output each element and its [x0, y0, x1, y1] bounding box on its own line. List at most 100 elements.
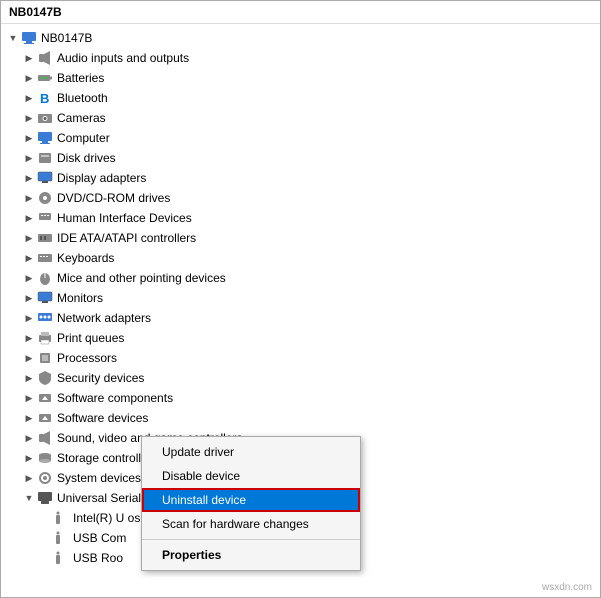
expander-audio[interactable]: ▶	[21, 50, 37, 66]
icon-swcomp	[37, 390, 53, 406]
label-computer: Computer	[57, 131, 110, 145]
svg-text:B: B	[40, 91, 49, 106]
icon-proc	[37, 350, 53, 366]
tree-item-bluetooth[interactable]: ▶B Bluetooth	[1, 88, 600, 108]
icon-keyboards	[37, 250, 53, 266]
icon-dvd	[37, 190, 53, 206]
label-usbroot: USB Roo	[73, 551, 123, 565]
icon-monitors	[37, 290, 53, 306]
expander-batteries[interactable]: ▶	[21, 70, 37, 86]
expander-usbroot[interactable]	[37, 550, 53, 566]
icon-storage	[37, 450, 53, 466]
tree-item-dvd[interactable]: ▶DVD/CD-ROM drives	[1, 188, 600, 208]
icon-display	[37, 170, 53, 186]
expander-swdev[interactable]: ▶	[21, 410, 37, 426]
device-manager-window: NB0147B ▼ NB0147B ▶ Audio inputs and output…	[0, 0, 601, 598]
tree-item-mice[interactable]: ▶ Mice and other pointing devices	[1, 268, 600, 288]
window-title: NB0147B	[9, 5, 62, 19]
context-menu-item-disable[interactable]: Disable device	[142, 464, 360, 488]
label-security: Security devices	[57, 371, 144, 385]
context-menu-item-uninstall[interactable]: Uninstall device	[142, 488, 360, 512]
label-usbcom: USB Com	[73, 531, 126, 545]
label-batteries: Batteries	[57, 71, 104, 85]
expander-disk[interactable]: ▶	[21, 150, 37, 166]
icon-computer	[37, 130, 53, 146]
title-bar: NB0147B	[1, 1, 600, 24]
label-bluetooth: Bluetooth	[57, 91, 108, 105]
tree-item-batteries[interactable]: ▶ Batteries	[1, 68, 600, 88]
expander-usb[interactable]: ▼	[21, 490, 37, 506]
tree-item-computer[interactable]: ▶ Computer	[1, 128, 600, 148]
tree-item-keyboards[interactable]: ▶ Keyboards	[1, 248, 600, 268]
icon-security	[37, 370, 53, 386]
expander-usbcom[interactable]	[37, 530, 53, 546]
icon-usbroot	[53, 550, 69, 566]
tree-area[interactable]: ▼ NB0147B ▶ Audio inputs and outputs ▶ Batter…	[1, 24, 600, 597]
expander-keyboards[interactable]: ▶	[21, 250, 37, 266]
label-audio: Audio inputs and outputs	[57, 51, 189, 65]
expander-dvd[interactable]: ▶	[21, 190, 37, 206]
icon-bluetooth: B	[37, 90, 53, 106]
label-ide: IDE ATA/ATAPI controllers	[57, 231, 196, 245]
icon-swdev	[37, 410, 53, 426]
expander-ide[interactable]: ▶	[21, 230, 37, 246]
tree-item-network[interactable]: ▶Network adapters	[1, 308, 600, 328]
tree-item-security[interactable]: ▶ Security devices	[1, 368, 600, 388]
expander-hid[interactable]: ▶	[21, 210, 37, 226]
label-print: Print queues	[57, 331, 124, 345]
icon-usbcom	[53, 530, 69, 546]
expander-sysdev[interactable]: ▶	[21, 470, 37, 486]
icon-disk	[37, 150, 53, 166]
expander-proc[interactable]: ▶	[21, 350, 37, 366]
icon-sound	[37, 430, 53, 446]
expander-monitors[interactable]: ▶	[21, 290, 37, 306]
label-disk: Disk drives	[57, 151, 116, 165]
expander-sound[interactable]: ▶	[21, 430, 37, 446]
icon-root	[21, 30, 37, 46]
icon-print	[37, 330, 53, 346]
tree-item-print[interactable]: ▶ Print queues	[1, 328, 600, 348]
expander-intel[interactable]	[37, 510, 53, 526]
icon-audio	[37, 50, 53, 66]
label-mice: Mice and other pointing devices	[57, 271, 226, 285]
context-menu-item-properties[interactable]: Properties	[142, 543, 360, 567]
icon-sysdev	[37, 470, 53, 486]
tree-item-ide[interactable]: ▶ IDE ATA/ATAPI controllers	[1, 228, 600, 248]
expander-display[interactable]: ▶	[21, 170, 37, 186]
icon-batteries	[37, 70, 53, 86]
expander-mice[interactable]: ▶	[21, 270, 37, 286]
label-hid: Human Interface Devices	[57, 211, 192, 225]
icon-usb	[37, 490, 53, 506]
label-keyboards: Keyboards	[57, 251, 114, 265]
context-menu-separator	[142, 539, 360, 540]
icon-intel	[53, 510, 69, 526]
context-menu-item-update[interactable]: Update driver	[142, 440, 360, 464]
tree-item-display[interactable]: ▶ Display adapters	[1, 168, 600, 188]
tree-item-audio[interactable]: ▶ Audio inputs and outputs	[1, 48, 600, 68]
tree-item-monitors[interactable]: ▶ Monitors	[1, 288, 600, 308]
label-display: Display adapters	[57, 171, 146, 185]
tree-item-hid[interactable]: ▶ Human Interface Devices	[1, 208, 600, 228]
label-cameras: Cameras	[57, 111, 106, 125]
label-root: NB0147B	[41, 31, 92, 45]
expander-security[interactable]: ▶	[21, 370, 37, 386]
expander-bluetooth[interactable]: ▶	[21, 90, 37, 106]
expander-cameras[interactable]: ▶	[21, 110, 37, 126]
context-menu-item-scan[interactable]: Scan for hardware changes	[142, 512, 360, 536]
label-proc: Processors	[57, 351, 117, 365]
icon-network	[37, 310, 53, 326]
expander-root[interactable]: ▼	[5, 30, 21, 46]
tree-item-root[interactable]: ▼ NB0147B	[1, 28, 600, 48]
expander-network[interactable]: ▶	[21, 310, 37, 326]
tree-item-proc[interactable]: ▶ Processors	[1, 348, 600, 368]
tree-item-disk[interactable]: ▶ Disk drives	[1, 148, 600, 168]
expander-swcomp[interactable]: ▶	[21, 390, 37, 406]
tree-item-cameras[interactable]: ▶ Cameras	[1, 108, 600, 128]
label-monitors: Monitors	[57, 291, 103, 305]
expander-computer[interactable]: ▶	[21, 130, 37, 146]
tree-item-swcomp[interactable]: ▶Software components	[1, 388, 600, 408]
expander-print[interactable]: ▶	[21, 330, 37, 346]
icon-cameras	[37, 110, 53, 126]
expander-storage[interactable]: ▶	[21, 450, 37, 466]
tree-item-swdev[interactable]: ▶Software devices	[1, 408, 600, 428]
